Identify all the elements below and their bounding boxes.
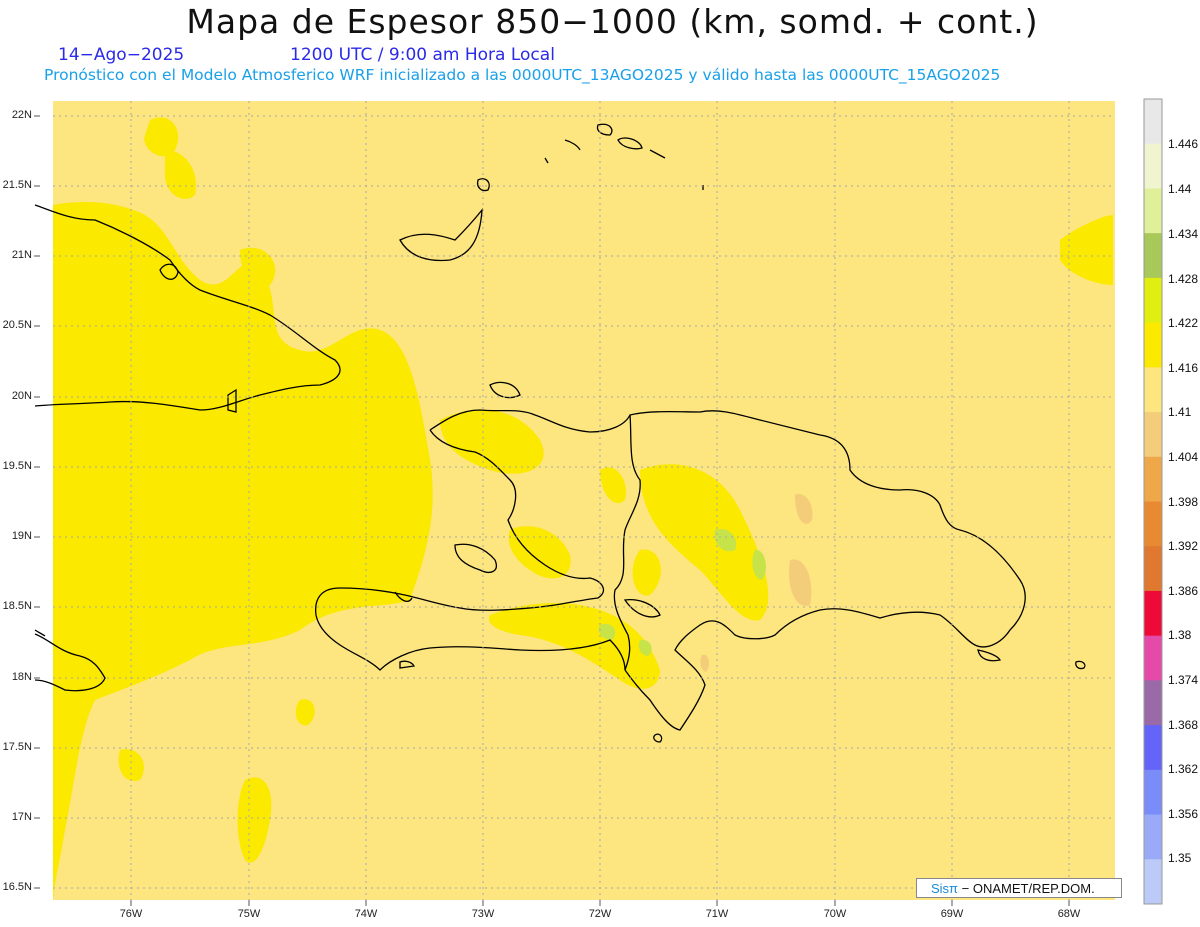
colorbar-label: 1.386 [1168, 584, 1199, 598]
colorbar-swatch [1144, 367, 1162, 413]
lat-label: 19N [11, 530, 32, 542]
lon-label: 76W [119, 908, 143, 920]
lat-label: 18.5N [2, 600, 32, 612]
colorbar-label: 1.398 [1168, 495, 1199, 509]
colorbar-swatch [1144, 233, 1162, 279]
lat-label: 20N [11, 390, 32, 402]
colorbar-label: 1.374 [1168, 673, 1199, 687]
lat-label: 22N [11, 109, 32, 121]
lat-label: 16.5N [2, 881, 32, 893]
credit-box: Sisπ − ONAMET/REP.DOM. [916, 878, 1122, 898]
colorbar-swatch [1144, 635, 1162, 681]
lon-label: 72W [588, 908, 612, 920]
lon-label: 69W [940, 908, 964, 920]
colorbar-label: 1.422 [1168, 316, 1199, 330]
credit-brand: Sisπ [931, 881, 959, 896]
colorbar-label: 1.362 [1168, 762, 1199, 776]
lat-label: 17.5N [2, 741, 32, 753]
colorbar-label: 1.428 [1168, 272, 1199, 286]
colorbar-label: 1.356 [1168, 807, 1199, 821]
colorbar-swatch [1144, 412, 1162, 458]
lon-label: 70W [823, 908, 847, 920]
colorbar-swatch [1144, 501, 1162, 547]
colorbar-label: 1.38 [1168, 628, 1192, 642]
colorbar-label: 1.446 [1168, 137, 1199, 151]
colorbar-swatch [1144, 769, 1162, 816]
colorbar-swatch [1144, 725, 1162, 771]
colorbar-swatch [1144, 99, 1162, 145]
thickness-map [34, 98, 1163, 906]
lat-label: 20.5N [2, 319, 32, 331]
lon-label: 74W [354, 908, 378, 920]
colorbar-label: 1.416 [1168, 361, 1199, 375]
lon-label: 73W [471, 908, 495, 920]
lat-label: 17N [11, 811, 32, 823]
colorbar-swatch [1144, 143, 1162, 189]
colorbar-swatch [1144, 277, 1162, 324]
colorbar-swatch [1144, 188, 1162, 234]
colorbar-swatch [1144, 456, 1162, 502]
colorbar-swatch [1144, 680, 1162, 726]
colorbar [1143, 98, 1163, 905]
colorbar-label: 1.368 [1168, 718, 1199, 732]
colorbar-label: 1.44 [1168, 182, 1192, 196]
colorbar-swatch [1144, 546, 1162, 592]
lat-label: 19.5N [2, 460, 32, 472]
lon-label: 68W [1057, 908, 1081, 920]
colorbar-swatch [1144, 859, 1162, 905]
lon-label: 75W [237, 908, 261, 920]
colorbar-label: 1.41 [1168, 405, 1192, 419]
colorbar-swatch [1144, 322, 1162, 368]
colorbar-label: 1.35 [1168, 851, 1192, 865]
colorbar-label: 1.404 [1168, 450, 1199, 464]
credit-org: − ONAMET/REP.DOM. [961, 881, 1095, 896]
colorbar-label: 1.392 [1168, 539, 1199, 553]
lat-label: 18N [11, 671, 32, 683]
lon-label: 71W [705, 908, 729, 920]
colorbar-label: 1.434 [1168, 227, 1199, 241]
colorbar-swatch [1144, 590, 1162, 637]
lat-label: 21.5N [2, 179, 32, 191]
lat-label: 21N [11, 249, 32, 261]
colorbar-swatch [1144, 814, 1162, 860]
